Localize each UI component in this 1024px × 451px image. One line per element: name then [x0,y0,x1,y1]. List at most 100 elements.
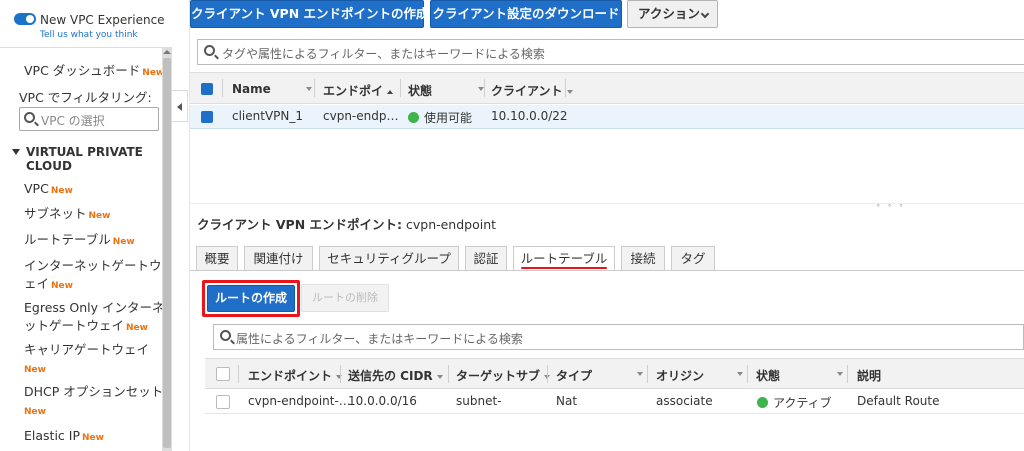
vpc-filter-placeholder: VPC の選択 [41,114,105,128]
column-header-status[interactable]: 状態 [408,82,432,99]
endpoints-table-header: Name エンドポイ 状態 クライアント [190,72,1024,104]
search-icon [24,112,35,123]
column-separator [847,365,848,383]
search-icon [220,330,231,341]
sidebar-item-dhcp-options[interactable]: DHCP オプションセット New [24,383,163,421]
select-all-checkbox[interactable] [216,367,230,381]
new-badge: New [82,433,104,443]
sidebar-item-label: VPC ダッシュボード [24,63,141,78]
column-separator [314,79,315,97]
status-available-icon [408,112,419,123]
create-client-vpn-endpoint-button[interactable]: クライアント VPN エンドポイントの作成 [190,0,429,28]
table-row[interactable]: clientVPN_1 cvpn-endp… 使用可能 10.10.0.0/22 [190,105,1024,129]
sidebar-item-egress-only-gateways[interactable]: Egress Only インターネ ットゲートウェイ New [24,299,165,337]
column-separator [484,79,485,97]
sort-icon[interactable] [737,372,743,376]
column-separator [647,365,648,383]
sidebar: New VPC Experience Tell us what you thin… [0,0,172,451]
vpc-filter-select[interactable]: VPC の選択 [19,107,159,131]
tell-us-link[interactable]: Tell us what you think [40,30,138,40]
column-header-endpoint[interactable]: エンドポイント [248,367,343,384]
route-filter-input[interactable]: 属性によるフィルター、またはキーワードによる検索 [213,324,1024,350]
column-header-origin[interactable]: オリジン [656,367,704,384]
new-badge: New [24,365,46,375]
table-row[interactable]: cvpn-endpoint-… 10.0.0.0/16 subnet- Nat … [205,390,1024,414]
sidebar-item-elastic-ip[interactable]: Elastic IP New [24,427,104,447]
cell-destination-cidr: 10.0.0.0/16 [348,394,417,408]
search-icon [204,45,215,56]
sort-icon[interactable] [837,372,843,376]
cell-origin: associate [656,394,713,408]
column-header-client[interactable]: クライアント [491,82,573,99]
new-badge: New [51,281,73,291]
search-placeholder: タグや属性によるフィルター、またはキーワードによる検索 [222,47,545,61]
vpc-filter-label: VPC でフィルタリング: [19,90,152,105]
cell-status: 使用可能 [408,109,472,126]
column-separator [448,365,449,383]
select-all-checkbox[interactable] [201,83,213,95]
column-header-destination-cidr[interactable]: 送信先の CIDR [348,367,443,384]
column-separator [565,79,566,97]
column-header-description[interactable]: 説明 [857,367,881,384]
sidebar-item-internet-gateways[interactable]: インターネットゲートウ ェイ New [24,257,162,295]
sidebar-item-route-tables[interactable]: ルートテーブル New [24,231,135,251]
sidebar-item-carrier-gateways[interactable]: キャリアゲートウェイ New [24,341,149,379]
sidebar-section-vpc[interactable]: VIRTUAL PRIVATE CLOUD [12,145,160,173]
cell-status: アクティブ [757,394,832,411]
sidebar-scrollbar[interactable] [162,48,172,451]
new-badge: New [24,407,46,417]
resize-handle[interactable]: ˚ ˚ ˚ [876,205,905,215]
cell-description: Default Route [857,394,940,408]
status-active-icon [757,397,768,408]
create-route-button[interactable]: ルートの作成 [207,285,295,312]
delete-route-button[interactable]: ルートの削除 [301,284,389,312]
sort-ascending-icon [387,89,394,94]
collapse-sidebar-button[interactable] [172,90,188,122]
tab-associations[interactable]: 関連付け [244,246,313,271]
new-badge: New [112,237,135,247]
sort-icon [436,374,443,379]
scroll-up-arrow-icon[interactable] [163,50,171,54]
tab-authorization[interactable]: 認証 [465,246,507,271]
column-separator [400,79,401,97]
row-checkbox[interactable] [201,111,213,123]
column-separator [547,365,548,383]
column-header-endpoint[interactable]: エンドポイ [323,82,394,99]
tab-summary[interactable]: 概要 [196,246,238,271]
column-separator [747,365,748,383]
route-filter-placeholder: 属性によるフィルター、またはキーワードによる検索 [236,332,523,346]
new-badge: New [126,323,148,333]
sort-icon[interactable] [637,372,643,376]
chevron-down-icon [700,9,710,19]
cell-client: 10.10.0.0/22 [491,109,568,123]
download-client-config-button[interactable]: クライアント設定のダウンロード [430,0,622,28]
new-badge: New [50,186,73,196]
tab-connections[interactable]: 接続 [621,246,665,271]
column-header-status[interactable]: 状態 [756,367,780,384]
column-header-name[interactable]: Name [232,82,271,96]
row-checkbox[interactable] [216,395,230,409]
sidebar-item-vpc[interactable]: VPC New [24,180,73,200]
sidebar-item-vpc-dashboard[interactable]: VPC ダッシュボード New [24,62,164,82]
sort-icon[interactable] [306,87,312,91]
scrollbar-thumb[interactable] [163,58,171,448]
column-header-type[interactable]: タイプ [556,367,592,384]
new-badge: New [142,68,165,78]
new-vpc-experience-toggle[interactable] [14,13,36,25]
sidebar-item-subnets[interactable]: サブネット New [24,205,110,225]
tab-tags[interactable]: タグ [671,246,715,271]
search-input[interactable]: タグや属性によるフィルター、またはキーワードによる検索 [197,39,1024,65]
new-badge: New [88,211,111,221]
active-tab-annotation [521,267,607,269]
cell-endpoint: cvpn-endpoint-… [248,394,351,408]
cell-name: clientVPN_1 [232,109,304,123]
cell-target-subnet: subnet- [456,394,502,408]
column-separator [340,365,341,383]
actions-dropdown[interactable]: アクション [627,0,718,28]
column-separator [222,79,223,97]
tab-security-groups[interactable]: セキュリティグループ [319,246,459,271]
cell-endpoint: cvpn-endp… [323,109,399,123]
details-title: クライアント VPN エンドポイント: cvpn-endpoint [197,217,497,232]
new-vpc-experience-label: New VPC Experience [40,13,165,27]
column-header-target-subnet[interactable]: ターゲットサブ [456,367,551,384]
